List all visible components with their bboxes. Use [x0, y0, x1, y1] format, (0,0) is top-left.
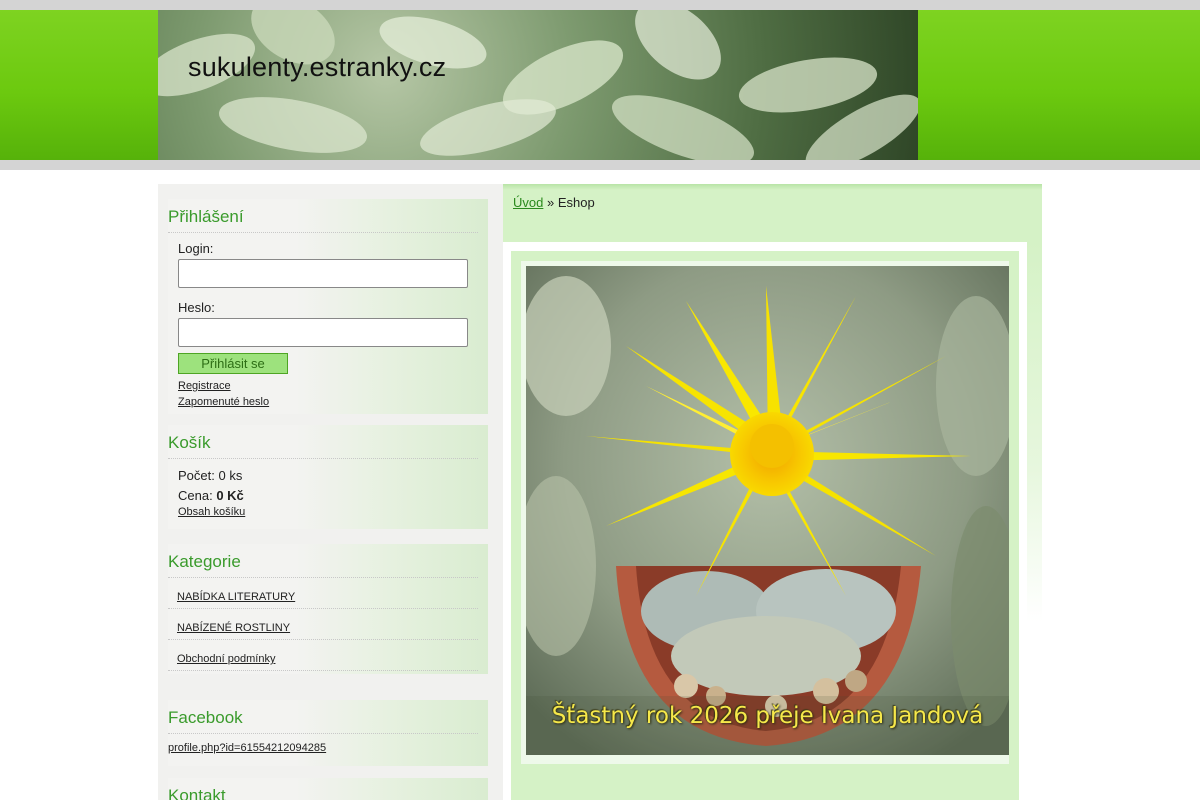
- sidebar: Přihlášení Login: Heslo: Přihlásit se Re…: [158, 184, 503, 800]
- flower-illustration: [526, 266, 1009, 755]
- main-content: Úvod » Eshop Šťastný rok 2026 přeje Ivan…: [503, 184, 1042, 800]
- category-link[interactable]: NABÍZENÉ ROSTLINY: [177, 622, 290, 634]
- cart-heading: Košík: [168, 425, 478, 459]
- password-input[interactable]: [178, 318, 468, 347]
- cart-count-label: Počet:: [178, 468, 215, 483]
- header-banner: sukulenty.estranky.cz: [158, 10, 918, 160]
- content-panel: Šťastný rok 2026 přeje Ivana Jandová: [511, 251, 1019, 800]
- category-link[interactable]: NABÍDKA LITERATURY: [177, 591, 295, 603]
- category-item-podminky[interactable]: Obchodní podmínky: [168, 640, 478, 671]
- category-item-literatura[interactable]: NABÍDKA LITERATURY: [168, 578, 478, 609]
- category-link[interactable]: Obchodní podmínky: [177, 653, 275, 665]
- breadcrumb-bar: Úvod » Eshop: [503, 184, 1042, 242]
- facebook-box: Facebook profile.php?id=61554212094285: [168, 700, 488, 766]
- cart-contents-link[interactable]: Obsah košíku: [178, 506, 478, 518]
- breadcrumb-home-link[interactable]: Úvod: [513, 195, 543, 210]
- register-link[interactable]: Registrace: [178, 380, 478, 392]
- cart-price-value: 0 Kč: [216, 488, 244, 503]
- login-input[interactable]: [178, 259, 468, 288]
- login-label: Login:: [178, 241, 214, 256]
- facebook-heading: Facebook: [168, 700, 478, 734]
- categories-box: Kategorie NABÍDKA LITERATURY NABÍZENÉ RO…: [168, 544, 488, 674]
- image-caption: Šťastný rok 2026 přeje Ivana Jandová: [551, 703, 984, 729]
- password-label: Heslo:: [178, 300, 215, 315]
- cart-box: Košík Počet: 0 ks Cena: 0 Kč Obsah košík…: [168, 425, 488, 529]
- breadcrumb-current: Eshop: [557, 195, 595, 210]
- top-bar: [0, 0, 1200, 10]
- photo-frame: Šťastný rok 2026 přeje Ivana Jandová: [521, 261, 1009, 764]
- cart-price-label: Cena:: [178, 488, 213, 503]
- category-item-rostliny[interactable]: NABÍZENÉ ROSTLINY: [168, 609, 478, 640]
- featured-image: Šťastný rok 2026 přeje Ivana Jandová: [526, 266, 1009, 755]
- breadcrumb-separator: »: [546, 195, 555, 210]
- login-button[interactable]: Přihlásit se: [178, 353, 288, 374]
- site-title[interactable]: sukulenty.estranky.cz: [188, 52, 446, 83]
- cart-count-value: 0 ks: [218, 468, 243, 483]
- login-box: Přihlášení Login: Heslo: Přihlásit se Re…: [168, 199, 488, 414]
- contact-box: Kontakt: [168, 778, 488, 800]
- contact-heading: Kontakt: [168, 778, 478, 800]
- login-heading: Přihlášení: [168, 199, 478, 233]
- categories-heading: Kategorie: [168, 544, 478, 578]
- header-underline: [0, 160, 1200, 170]
- forgot-password-link[interactable]: Zapomenuté heslo: [178, 396, 478, 408]
- facebook-profile-link[interactable]: profile.php?id=61554212094285: [168, 742, 488, 754]
- panel-edge: [1027, 242, 1042, 622]
- breadcrumb: Úvod » Eshop: [513, 195, 595, 210]
